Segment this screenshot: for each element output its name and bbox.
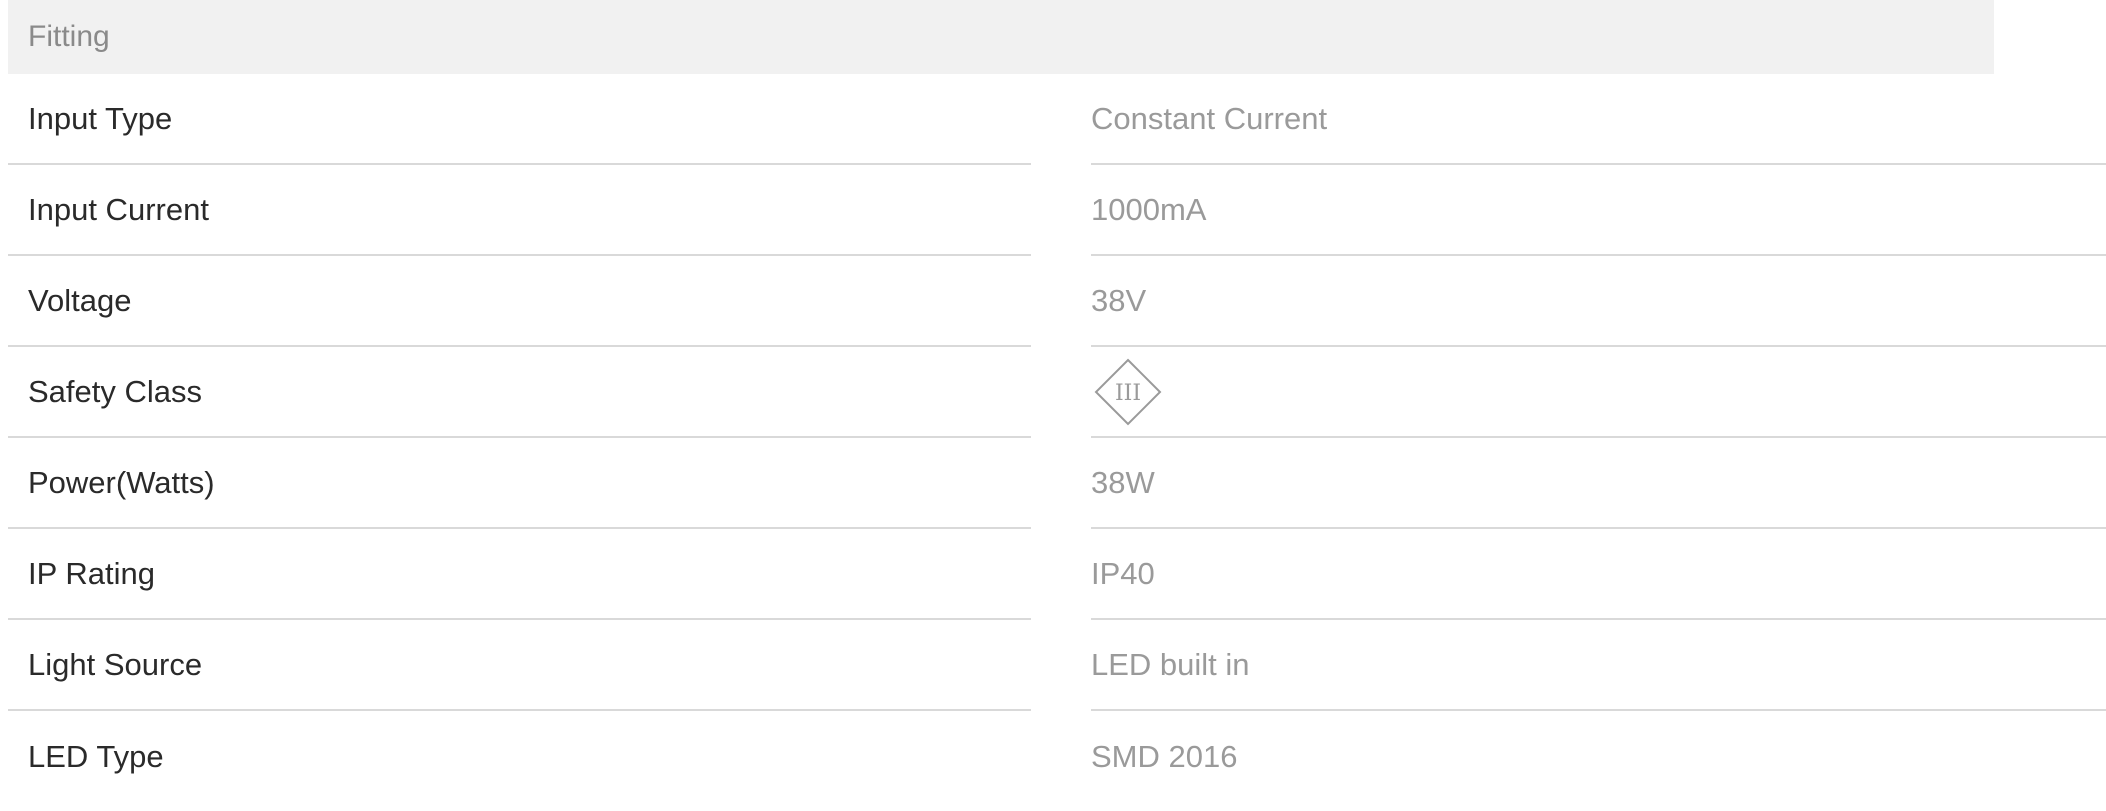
spec-value: 38V bbox=[1091, 256, 2106, 347]
spec-row-voltage: Voltage 38V bbox=[0, 256, 2106, 347]
spec-row-led-type: LED Type SMD 2016 bbox=[0, 711, 2106, 802]
spec-label: Input Type bbox=[8, 74, 1031, 165]
spec-value: IP40 bbox=[1091, 529, 2106, 620]
class-iii-safety-icon: III bbox=[1093, 357, 1163, 427]
spec-value: SMD 2016 bbox=[1091, 738, 1238, 774]
spec-label: Voltage bbox=[8, 256, 1031, 347]
spec-label: IP Rating bbox=[8, 529, 1031, 620]
spec-row-input-type: Input Type Constant Current bbox=[0, 74, 2106, 165]
spec-row-input-current: Input Current 1000mA bbox=[0, 165, 2106, 256]
spec-label: LED Type bbox=[28, 738, 164, 774]
safety-class-icon-text: III bbox=[1115, 381, 1141, 406]
spec-row-safety-class: Safety Class III bbox=[0, 347, 2106, 438]
section-header-fitting: Fitting bbox=[8, 0, 1994, 74]
spec-value: Constant Current bbox=[1091, 74, 2106, 165]
spec-row-light-source: Light Source LED built in bbox=[0, 620, 2106, 711]
spec-table: Input Type Constant Current Input Curren… bbox=[0, 74, 2106, 802]
spec-label: Light Source bbox=[8, 620, 1031, 711]
section-title: Fitting bbox=[28, 20, 110, 53]
spec-value: LED built in bbox=[1091, 620, 2106, 711]
spec-label: Power(Watts) bbox=[8, 438, 1031, 529]
spec-value: 1000mA bbox=[1091, 165, 2106, 256]
spec-label: Input Current bbox=[8, 165, 1031, 256]
spec-value-safety-class: III bbox=[1091, 347, 2106, 438]
spec-label: Safety Class bbox=[8, 347, 1031, 438]
spec-row-ip-rating: IP Rating IP40 bbox=[0, 529, 2106, 620]
spec-row-power: Power(Watts) 38W bbox=[0, 438, 2106, 529]
spec-value: 38W bbox=[1091, 438, 2106, 529]
